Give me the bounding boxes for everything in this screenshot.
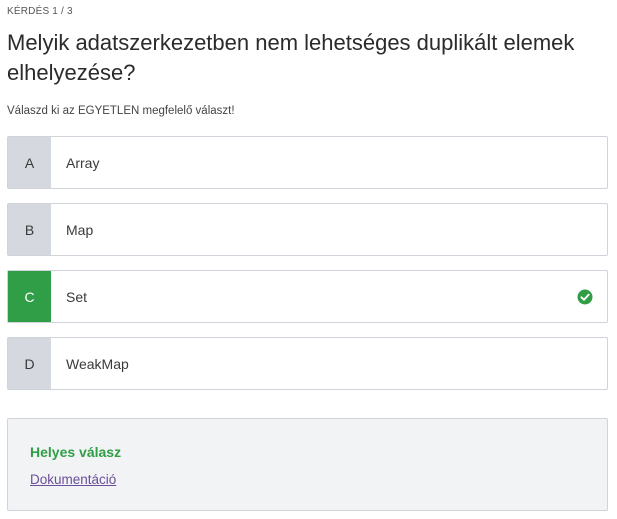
option-label: Array	[66, 154, 100, 171]
correct-answer-status: Helyes válasz	[30, 444, 122, 460]
option-label: Set	[66, 288, 88, 305]
answer-instruction: Válaszd ki az EGYETLEN megfelelő választ…	[7, 105, 235, 117]
answer-option-a[interactable]: A Array	[7, 136, 608, 189]
question-counter: KÉRDÉS 1 / 3	[7, 6, 73, 17]
option-label: WeakMap	[66, 355, 129, 372]
option-letter: D	[8, 338, 51, 389]
answer-option-c[interactable]: C Set	[7, 270, 608, 323]
quiz-page: KÉRDÉS 1 / 3 Melyik adatszerkezetben nem…	[0, 0, 617, 519]
answer-option-d[interactable]: D WeakMap	[7, 337, 608, 390]
option-letter: C	[8, 271, 51, 322]
check-circle-icon	[563, 271, 607, 322]
option-label: Map	[66, 221, 94, 238]
feedback-panel: Helyes válasz Dokumentáció	[7, 418, 608, 511]
question-title: Melyik adatszerkezetben nem lehetséges d…	[7, 30, 575, 85]
answer-option-b[interactable]: B Map	[7, 203, 608, 256]
documentation-link[interactable]: Dokumentáció	[30, 472, 116, 487]
option-letter: B	[8, 204, 51, 255]
option-letter: A	[8, 137, 51, 188]
answer-options: A Array B Map C Set D WeakMap	[7, 136, 608, 404]
